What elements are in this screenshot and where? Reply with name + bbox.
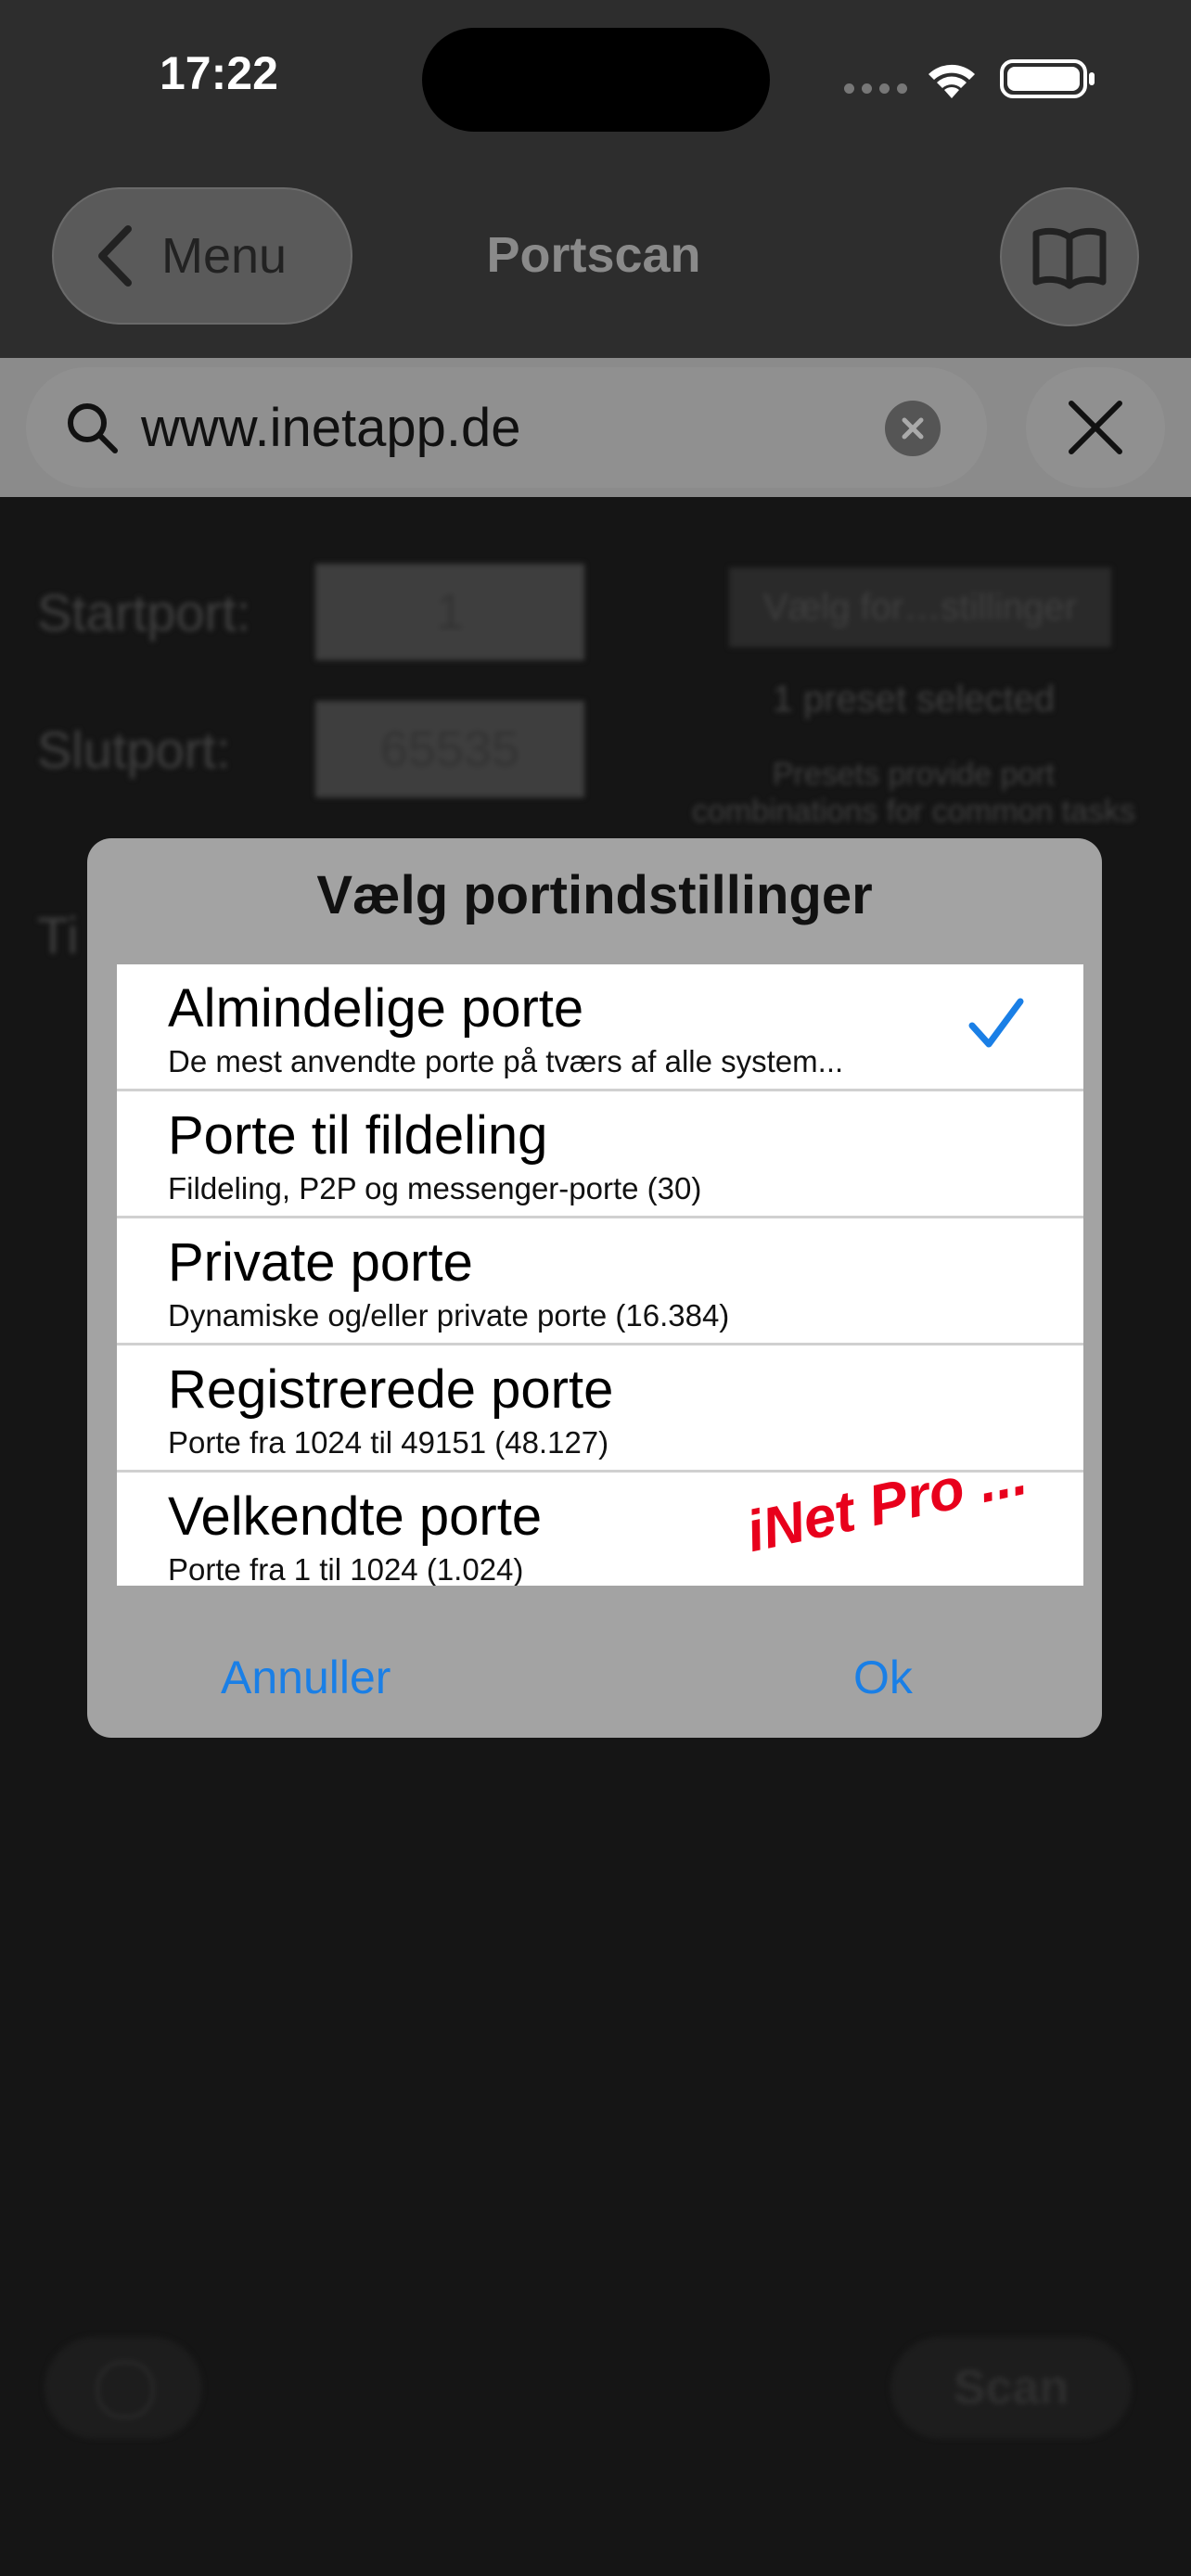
help-book-button[interactable] (1000, 187, 1139, 326)
timeout-label-partial: Ti (37, 906, 79, 964)
preset-row-fildeling[interactable]: Porte til fildeling Fildeling, P2P og me… (117, 1091, 1083, 1218)
dialog-title: Vælg portindstillinger (316, 865, 873, 925)
host-search-field[interactable]: www.inetapp.de (26, 367, 987, 488)
host-input-value: www.inetapp.de (141, 397, 521, 458)
preset-select-button[interactable]: Vælg for…stillinger (729, 567, 1111, 647)
preset-title: Porte til fildeling (168, 1105, 548, 1166)
slutport-input[interactable]: 65535 (315, 701, 584, 797)
close-icon (1069, 401, 1122, 454)
slutport-label: Slutport: (37, 721, 231, 779)
back-menu-button[interactable]: Menu (52, 187, 352, 325)
cancel-button[interactable]: Annuller (221, 1651, 391, 1704)
startport-input[interactable]: 1 (315, 564, 584, 660)
preset-subtitle: Porte fra 1024 til 49151 (48.127) (168, 1425, 609, 1460)
signal-icon (844, 83, 907, 94)
preset-list: Almindelige porte De mest anvendte porte… (117, 964, 1083, 1586)
preset-title: Velkendte porte (168, 1486, 543, 1547)
preset-row-velkendte[interactable]: Velkendte porte Porte fra 1 til 1024 (1.… (117, 1443, 1083, 1586)
page-title: Portscan (486, 227, 701, 283)
scan-button[interactable]: Scan (890, 2337, 1132, 2439)
clear-text-icon[interactable] (885, 401, 941, 456)
preset-title: Private porte (168, 1232, 473, 1293)
dynamic-island (422, 28, 770, 132)
preset-title: Almindelige porte (168, 978, 584, 1039)
close-search-button[interactable] (1026, 367, 1165, 488)
preset-subtitle: Porte fra 1 til 1024 (1.024) (168, 1552, 524, 1586)
preset-count: 1 preset selected (772, 679, 1056, 720)
book-icon (1032, 227, 1107, 289)
status-time: 17:22 (160, 47, 278, 99)
checkmark-icon (968, 998, 1024, 1048)
search-icon (68, 403, 118, 453)
startport-label: Startport: (37, 583, 251, 642)
chevron-left-icon (98, 225, 132, 287)
preset-title: Registrerede porte (168, 1359, 614, 1420)
preset-subtitle: De mest anvendte porte på tværs af alle … (168, 1044, 844, 1078)
battery-icon (1000, 59, 1095, 98)
preset-row-almindelige[interactable]: Almindelige porte De mest anvendte porte… (117, 964, 1083, 1091)
back-menu-label: Menu (161, 228, 288, 284)
wifi-icon (928, 64, 975, 98)
preset-row-private[interactable]: Private porte Dynamiske og/eller private… (117, 1218, 1083, 1345)
info-icon (96, 2361, 154, 2418)
preset-hint-line1: Presets provide port (772, 757, 1056, 792)
preset-subtitle: Fildeling, P2P og messenger-porte (30) (168, 1171, 702, 1205)
preset-row-registrerede[interactable]: Registrerede porte Porte fra 1024 til 49… (117, 1345, 1083, 1473)
preset-subtitle: Dynamiske og/eller private porte (16.384… (168, 1298, 730, 1333)
preset-hint-line2: combinations for common tasks (691, 794, 1136, 829)
ok-button[interactable]: Ok (853, 1651, 913, 1704)
info-button[interactable] (45, 2337, 202, 2439)
